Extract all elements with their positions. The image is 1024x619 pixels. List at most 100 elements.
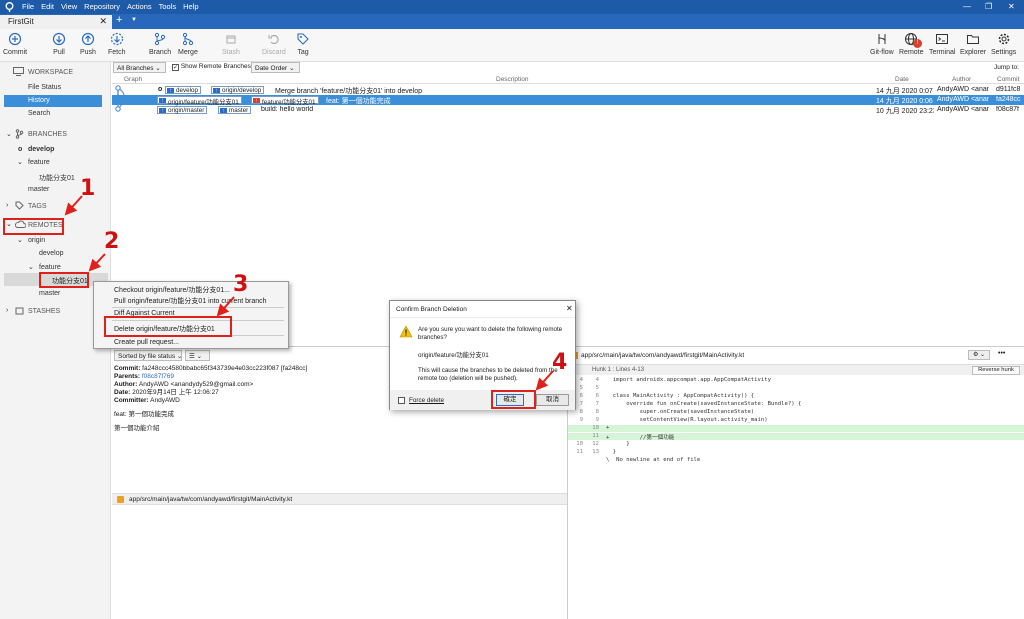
settings-button[interactable]: Settings — [991, 32, 1016, 56]
hunk-header: Hunk 1 : Lines 4-13 Reverse hunk — [568, 364, 1024, 375]
fetch-icon — [110, 32, 124, 46]
parent-link[interactable]: f08c87f769 — [142, 373, 174, 380]
new-tab-button[interactable]: + — [116, 14, 122, 26]
dialog-branch-name: origin/feature/功能分支01 — [418, 352, 489, 359]
col-date[interactable]: Date — [895, 76, 909, 83]
pull-icon — [52, 32, 66, 46]
reverse-hunk-button[interactable]: Reverse hunk — [972, 366, 1020, 375]
diff-line[interactable]: 66 class MainActivity : AppCompatActivit… — [568, 393, 1024, 400]
folder-icon — [966, 32, 980, 46]
discard-button[interactable]: Discard — [262, 32, 286, 56]
jump-to-label[interactable]: Jump to: — [994, 64, 1019, 71]
menu-edit[interactable]: Edit — [41, 2, 54, 11]
current-branch-marker-icon: o — [18, 146, 23, 153]
origin-chevron-icon[interactable]: ⌄ — [17, 236, 23, 244]
explorer-button[interactable]: Explorer — [960, 32, 986, 56]
pull-button[interactable]: Pull — [52, 32, 66, 56]
gitflow-button[interactable]: Git-flow — [870, 32, 894, 56]
sidebar-item-remote-feature[interactable]: feature — [39, 264, 61, 271]
diff-line-added[interactable]: 10 + — [568, 425, 1024, 432]
diff-old-line-number: 10 — [576, 441, 583, 447]
sidebar-item-remote-develop[interactable]: develop — [39, 250, 64, 257]
list-mode-dropdown[interactable]: ☰ ⌄ — [185, 350, 210, 361]
diff-line[interactable]: 55 — [568, 385, 1024, 392]
stash-button[interactable]: Stash — [222, 32, 240, 56]
diff-line[interactable]: 44 import androidx.appcompat.app.AppComp… — [568, 377, 1024, 384]
minimize-icon[interactable]: — — [963, 2, 971, 11]
force-delete-label[interactable]: Force delete — [409, 397, 444, 404]
diff-line[interactable]: 77 override fun onCreate(savedInstanceSt… — [568, 401, 1024, 408]
menu-actions[interactable]: Actions — [127, 2, 152, 11]
force-delete-checkbox[interactable] — [398, 397, 405, 404]
menu-item-pull-request[interactable]: Create pull request... — [114, 339, 179, 346]
sidebar-item-master[interactable]: master — [28, 186, 49, 193]
dialog-close-icon[interactable]: ✕ — [566, 304, 573, 313]
stashes-header: STASHES — [28, 308, 61, 315]
show-remote-branches-checkbox[interactable]: ✓ Show Remote Branches — [169, 62, 251, 73]
diff-code: } — [606, 449, 617, 455]
diff-options-button[interactable]: ⚙ ⌄ — [968, 350, 990, 360]
branch-filter-dropdown[interactable]: All Branches ⌄ — [113, 62, 166, 73]
history-filter-bar: All Branches ⌄ ✓ Show Remote Branches Da… — [112, 62, 1024, 74]
diff-line-added[interactable]: 11 + //第一個功能 — [568, 433, 1024, 441]
commit-row-selected[interactable]: ᚴ origin/feature/功能分支01 ᚴ feature/功能分支01 f… — [112, 95, 1024, 106]
workspace-header: WORKSPACE — [28, 69, 73, 76]
diff-new-line-number: 12 — [592, 441, 599, 447]
commit-row[interactable]: o ᚴ develop ᚴ origin/develop Merge branch … — [112, 85, 1024, 95]
remote-feature-chevron-icon[interactable]: ⌄ — [28, 263, 34, 271]
terminal-button[interactable]: Terminal — [929, 32, 955, 56]
col-graph[interactable]: Graph — [124, 76, 142, 83]
commit-author: AndyAWD <anan — [937, 106, 989, 113]
menu-repository[interactable]: Repository — [84, 2, 120, 11]
feature-chevron-icon[interactable]: ⌄ — [17, 158, 23, 166]
stashes-chevron-icon[interactable]: › — [6, 307, 8, 314]
push-button[interactable]: Push — [80, 32, 96, 56]
branches-chevron-icon[interactable]: ⌄ — [6, 130, 12, 138]
diff-line[interactable]: \ No newline at end of file — [568, 457, 1024, 464]
repo-tab[interactable]: FirstGit ✕ — [0, 15, 112, 29]
commit-table-header: Graph Description Date Author Commit — [112, 75, 1024, 84]
commit-button[interactable]: Commit — [3, 32, 27, 56]
sort-dropdown[interactable]: Sorted by file status ⌄ — [114, 350, 182, 361]
sidebar-item-file-status[interactable]: File Status — [28, 84, 61, 91]
sidebar-item-search[interactable]: Search — [28, 110, 50, 117]
date-order-dropdown[interactable]: Date Order ⌄ — [251, 62, 300, 73]
cancel-button[interactable]: 取消 — [536, 394, 569, 406]
remote-button[interactable]: ! Remote — [899, 32, 924, 56]
head-marker-icon: o — [158, 86, 163, 93]
close-window-icon[interactable]: ✕ — [1008, 2, 1015, 11]
diff-line[interactable]: 11 13 } — [568, 449, 1024, 456]
branch-button[interactable]: Branch — [149, 32, 171, 56]
tags-chevron-icon[interactable]: › — [6, 202, 8, 209]
sidebar-item-feature-branch[interactable]: 功能分支01 — [39, 173, 75, 183]
merge-button[interactable]: Merge — [178, 32, 198, 56]
fetch-button[interactable]: Fetch — [108, 32, 126, 56]
more-options-icon[interactable]: ••• — [998, 350, 1005, 357]
menu-tools[interactable]: Tools — [159, 2, 177, 11]
menu-help[interactable]: Help — [183, 2, 198, 11]
close-tab-icon[interactable]: ✕ — [99, 16, 107, 27]
col-commit[interactable]: Commit — [997, 76, 1019, 83]
branches-header: BRANCHES — [28, 131, 67, 138]
col-description[interactable]: Description — [496, 76, 529, 83]
sidebar-item-remote-master[interactable]: master — [39, 290, 60, 297]
branch-badge-icon: ᚴ — [167, 88, 174, 93]
menu-view[interactable]: View — [61, 2, 77, 11]
menu-item-checkout[interactable]: Checkout origin/feature/功能分支01... — [114, 285, 230, 295]
sidebar-item-develop[interactable]: develop — [28, 146, 54, 153]
diff-line[interactable]: 10 12 } — [568, 441, 1024, 448]
commit-row[interactable]: ᚴ origin/master ᚴ master build: hello worl… — [112, 105, 1024, 115]
maximize-icon[interactable]: ❐ — [985, 2, 992, 11]
diff-line[interactable]: 88 super.onCreate(savedInstanceState) — [568, 409, 1024, 416]
changed-file-row[interactable]: app/src/main/java/tw/com/andyawd/firstgi… — [112, 493, 567, 505]
sidebar-item-feature[interactable]: feature — [28, 159, 50, 166]
diff-pane: app/src/main/java/tw/com/andyawd/firstgi… — [568, 346, 1024, 619]
col-author[interactable]: Author — [952, 76, 971, 83]
sidebar-item-origin[interactable]: origin — [28, 237, 45, 244]
diff-line[interactable]: 9 9 setContentView(R.layout.activity_main… — [568, 417, 1024, 424]
menu-file[interactable]: File — [22, 2, 34, 11]
sidebar-item-history[interactable]: History — [4, 95, 102, 107]
tab-dropdown-icon[interactable]: ▼ — [131, 17, 137, 23]
menu-item-pull[interactable]: Pull origin/feature/功能分支01 into current … — [114, 296, 267, 306]
tag-button[interactable]: Tag — [296, 32, 310, 56]
